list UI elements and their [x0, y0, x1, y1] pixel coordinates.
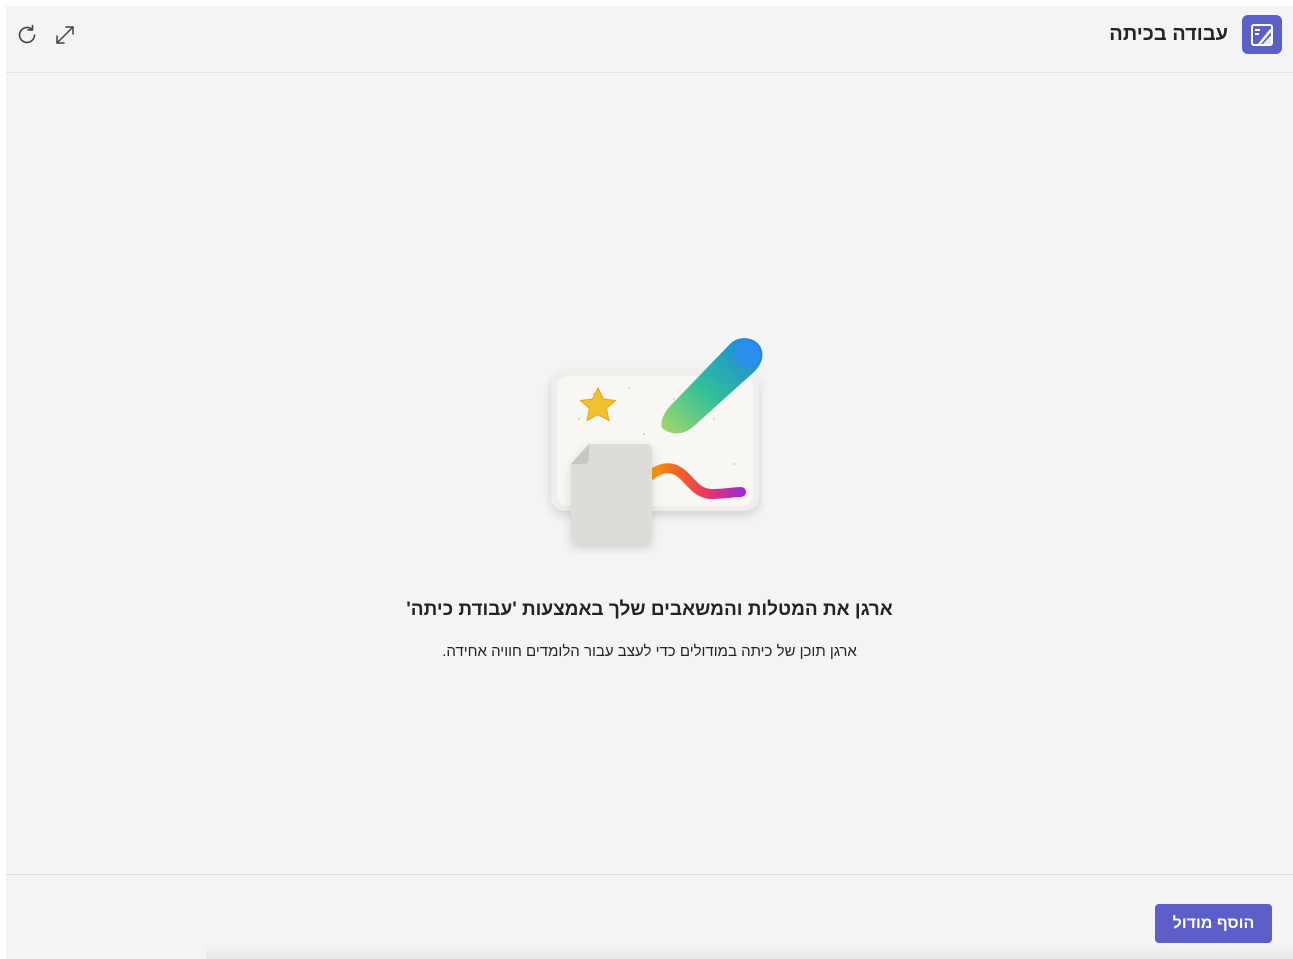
expand-icon[interactable] [53, 23, 77, 47]
notebook-app-icon [1242, 15, 1282, 54]
add-module-button[interactable]: הוסף מודול [1155, 904, 1272, 943]
app-title: עבודה בכיתה [1109, 23, 1228, 45]
refresh-icon[interactable] [15, 23, 39, 47]
empty-state-title: ארגן את המטלות והמשאבים שלך באמצעות 'עבו… [406, 599, 893, 620]
classwork-illustration [534, 324, 774, 554]
footer-divider [6, 874, 1293, 875]
bottom-shadow [206, 945, 1293, 959]
app-header: עבודה בכיתה [6, 6, 1293, 73]
app-frame: עבודה בכיתה ארגן את המטלות והמשאבים שלך … [6, 6, 1293, 959]
empty-state-description: ארגן תוכן של כיתה במודולים כדי לעצב עבור… [442, 643, 857, 660]
